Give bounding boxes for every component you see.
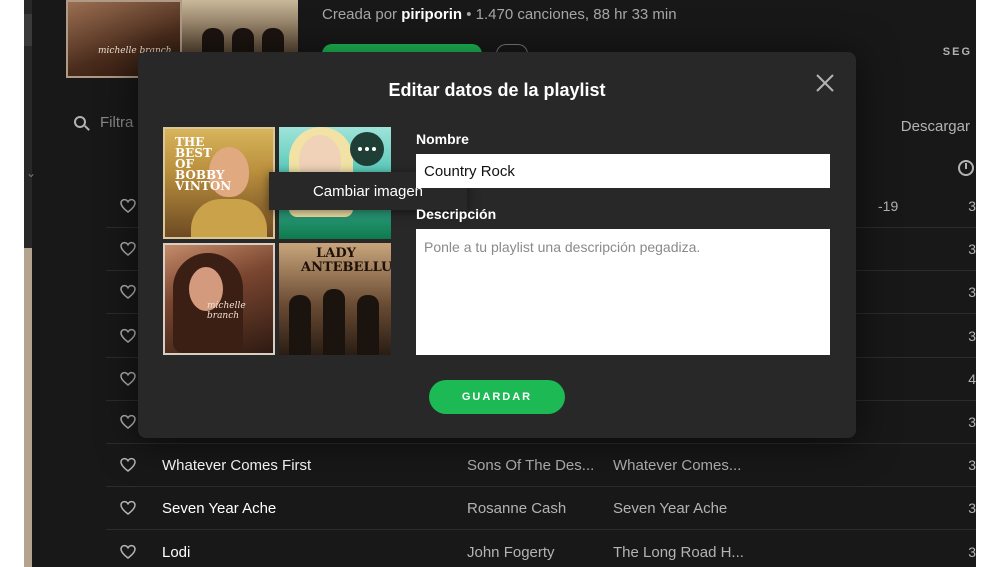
track-artist[interactable]: Sons Of The Des... [467, 457, 594, 474]
track-row[interactable]: Lodi John Fogerty The Long Road H... 3 [106, 531, 976, 567]
track-duration: 3 [968, 414, 976, 430]
dialog-title: Editar datos de la playlist [388, 80, 606, 100]
track-duration: 3 [968, 241, 976, 258]
track-duration: 3 [968, 543, 976, 560]
ellipsis-dot [372, 147, 376, 151]
playlist-name-input[interactable] [416, 154, 830, 188]
track-row[interactable]: Whatever Comes First Sons Of The Des... Wh… [106, 444, 976, 488]
follow-button[interactable]: SEG [943, 46, 972, 58]
more-options-button[interactable] [350, 132, 384, 166]
image-tile-lady-antebellum: LADY ANTEBELLUM [279, 243, 391, 355]
image-tile-bobby-vinton: THE BEST OF BOBBY VINTON [163, 127, 275, 239]
tile-figure [289, 295, 311, 355]
created-by-prefix: Creada por [322, 6, 398, 23]
tile-figure [357, 295, 379, 355]
tile-figure [323, 289, 345, 355]
track-artist[interactable]: John Fogerty [467, 544, 555, 561]
chevron-down-icon[interactable]: ⌄ [26, 166, 36, 180]
heart-icon[interactable] [120, 198, 136, 214]
heart-icon[interactable] [120, 457, 136, 473]
heart-icon[interactable] [120, 241, 136, 257]
name-label: Nombre [416, 131, 469, 147]
track-album[interactable]: The Long Road H... [613, 544, 744, 561]
track-artist[interactable]: Rosanne Cash [467, 500, 566, 517]
track-duration: 3 [968, 327, 976, 344]
track-duration: 3 [968, 500, 976, 517]
tile3-text: michelle branch [207, 301, 246, 321]
track-album[interactable]: Whatever Comes... [613, 457, 741, 474]
filter-placeholder: Filtra [100, 114, 134, 131]
heart-icon[interactable] [120, 371, 136, 387]
filter-field[interactable]: Filtra [74, 114, 133, 131]
track-row[interactable]: Seven Year Ache Rosanne Cash Seven Year Ac… [106, 487, 976, 531]
image-tile-michelle-branch: michelle branch [163, 243, 275, 355]
playlist-description-input[interactable] [416, 229, 830, 355]
heart-icon[interactable] [120, 328, 136, 344]
sidebar-cover-art[interactable] [24, 248, 32, 567]
track-duration: 3 [968, 198, 976, 214]
track-date-added: -19 [878, 198, 899, 214]
description-label: Descripción [416, 206, 497, 222]
tile4-text: LADY ANTEBELLUM [301, 246, 391, 275]
tile-figure [191, 199, 267, 237]
clock-icon [958, 160, 974, 176]
search-icon [74, 116, 86, 128]
track-duration: 3 [968, 284, 976, 301]
track-title[interactable]: Seven Year Ache [162, 500, 276, 517]
playlist-stats: • 1.470 canciones, 88 hr 33 min [466, 6, 677, 23]
left-sidebar-edge [24, 0, 32, 567]
heart-icon[interactable] [120, 284, 136, 300]
ellipsis-icon [358, 147, 362, 151]
track-title[interactable]: Whatever Comes First [162, 457, 311, 474]
playlist-meta: Creada por piriporin • 1.470 canciones, … [322, 6, 677, 23]
save-button[interactable]: GUARDAR [429, 380, 565, 414]
ellipsis-dot [365, 147, 369, 151]
close-icon[interactable] [814, 72, 836, 94]
track-duration: 3 [968, 457, 976, 474]
track-title[interactable]: Lodi [162, 544, 190, 561]
edit-playlist-dialog: Editar datos de la playlist THE BEST OF … [138, 52, 856, 438]
heart-icon[interactable] [120, 544, 136, 560]
tile1-text: THE BEST OF BOBBY VINTON [175, 135, 232, 193]
track-duration: 4 [968, 370, 976, 387]
sidebar-active-marker [24, 14, 32, 46]
playlist-owner[interactable]: piriporin [401, 6, 462, 23]
heart-icon[interactable] [120, 500, 136, 516]
download-toggle[interactable]: Descargar [901, 118, 970, 135]
track-album[interactable]: Seven Year Ache [613, 500, 727, 517]
heart-icon[interactable] [120, 414, 136, 430]
